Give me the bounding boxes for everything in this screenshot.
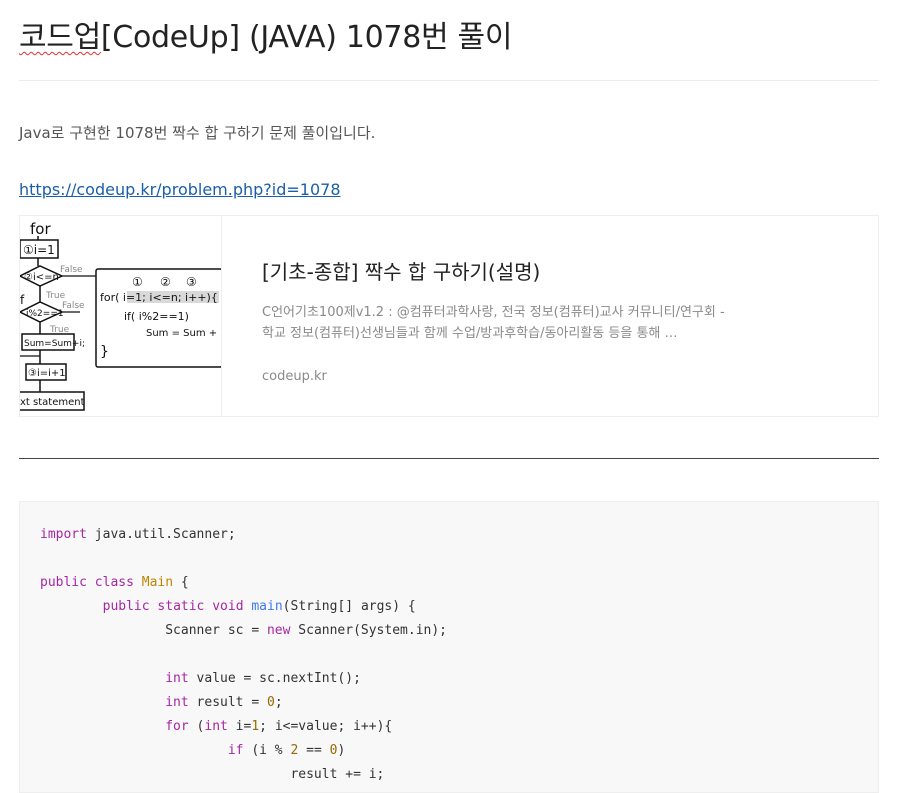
thumb-false2: False	[62, 301, 85, 311]
code-token: ==	[298, 743, 330, 758]
code-line: import java.util.Scanner;	[40, 523, 447, 547]
thumb-marker-1: ①	[132, 275, 143, 289]
code-token: Scanner(System.in);	[290, 623, 448, 638]
code-token: static	[157, 599, 205, 614]
code-content: import java.util.Scanner; public class M…	[40, 523, 447, 787]
thumb-marker-3: ③	[186, 275, 197, 289]
code-token: int	[165, 671, 189, 686]
code-token: (i %	[243, 743, 291, 758]
thumb-sum-line: Sum = Sum + i;	[146, 328, 221, 339]
code-token: ; i<=value; i++){	[259, 719, 393, 734]
card-domain: codeup.kr	[262, 369, 327, 384]
thumb-if-cond: i%2==1	[26, 309, 64, 319]
title-text: [CodeUp] (JAVA) 1078번 풀이	[100, 20, 513, 55]
code-line: public static void main(String[] args) {	[40, 595, 447, 619]
code-token: value = sc.nextInt();	[188, 671, 361, 686]
code-line: int value = sc.nextInt();	[40, 667, 447, 691]
thumb-close: }	[100, 344, 109, 360]
link-preview-card[interactable]: for ①i=1 ②i<=n False True f i%2==1 False…	[19, 215, 879, 417]
code-block[interactable]: import java.util.Scanner; public class M…	[19, 501, 879, 793]
thumb-false1: False	[60, 265, 83, 275]
code-token: int	[165, 695, 189, 710]
thumb-f-letter: f	[20, 293, 25, 307]
code-token: )	[337, 743, 346, 758]
thumb-for-line: for( i=1; i<=n; i++){	[100, 291, 218, 304]
code-token: main	[251, 599, 283, 614]
code-token: for	[165, 719, 189, 734]
code-line: Scanner sc = new Scanner(System.in);	[40, 619, 447, 643]
code-line: if (i % 2 == 0)	[40, 739, 447, 763]
code-token: 0	[267, 695, 275, 710]
problem-link[interactable]: https://codeup.kr/problem.php?id=1078	[19, 180, 341, 199]
code-line: for (int i=1; i<=value; i++){	[40, 715, 447, 739]
code-token: java.util.Scanner;	[86, 527, 236, 542]
thumb-incr: ③i=i+1	[28, 368, 66, 379]
code-token: {	[173, 575, 189, 590]
section-divider	[19, 458, 879, 459]
code-token: ;	[274, 695, 283, 710]
title-divider	[19, 80, 879, 81]
card-title[interactable]: [기초-종합] 짝수 합 구하기(설명)	[262, 256, 540, 285]
thumb-cond: ②i<=n	[24, 272, 59, 283]
intro-paragraph: Java로 구현한 1078번 짝수 합 구하기 문제 풀이입니다.	[19, 124, 376, 142]
code-token: (String[] args) {	[282, 599, 416, 614]
page-title: 코드업[CodeUp] (JAVA) 1078번 풀이	[19, 12, 512, 56]
thumb-marker-2: ②	[160, 275, 171, 289]
code-line: int result = 0;	[40, 691, 447, 715]
thumb-for: for	[30, 220, 51, 238]
code-token: public	[102, 599, 150, 614]
code-token: import	[40, 527, 87, 542]
code-token: result =	[188, 695, 267, 710]
card-description: C언어기초100제v1.2 : @컴퓨터과학사랑, 전국 정보(컴퓨터)교사 커…	[262, 305, 725, 341]
code-token: void	[212, 599, 244, 614]
code-token: class	[94, 575, 134, 590]
thumb-if-line: if( i%2==1)	[124, 310, 189, 323]
code-token: int	[204, 719, 228, 734]
code-line: result += i;	[40, 763, 447, 787]
card-thumbnail: for ①i=1 ②i<=n False True f i%2==1 False…	[20, 216, 222, 416]
title-spellcheck-word: 코드업	[19, 20, 101, 55]
code-token: public	[40, 575, 87, 590]
code-line: public class Main {	[40, 571, 447, 595]
code-token: (	[188, 719, 205, 734]
code-token: new	[266, 623, 291, 638]
code-token: Main	[141, 575, 174, 590]
code-token: if	[227, 743, 244, 758]
code-token: i=	[227, 719, 252, 734]
code-token: result += i;	[40, 767, 385, 782]
thumb-step1: ①i=1	[23, 243, 55, 257]
code-token: Scanner sc =	[40, 623, 267, 638]
thumb-sum: Sum=Sum+i;	[24, 339, 85, 349]
flowchart-image: for ①i=1 ②i<=n False True f i%2==1 False…	[20, 220, 221, 411]
thumb-next: xt statement	[20, 397, 85, 408]
thumb-true1: True	[45, 291, 66, 301]
code-token: 1	[251, 719, 260, 734]
